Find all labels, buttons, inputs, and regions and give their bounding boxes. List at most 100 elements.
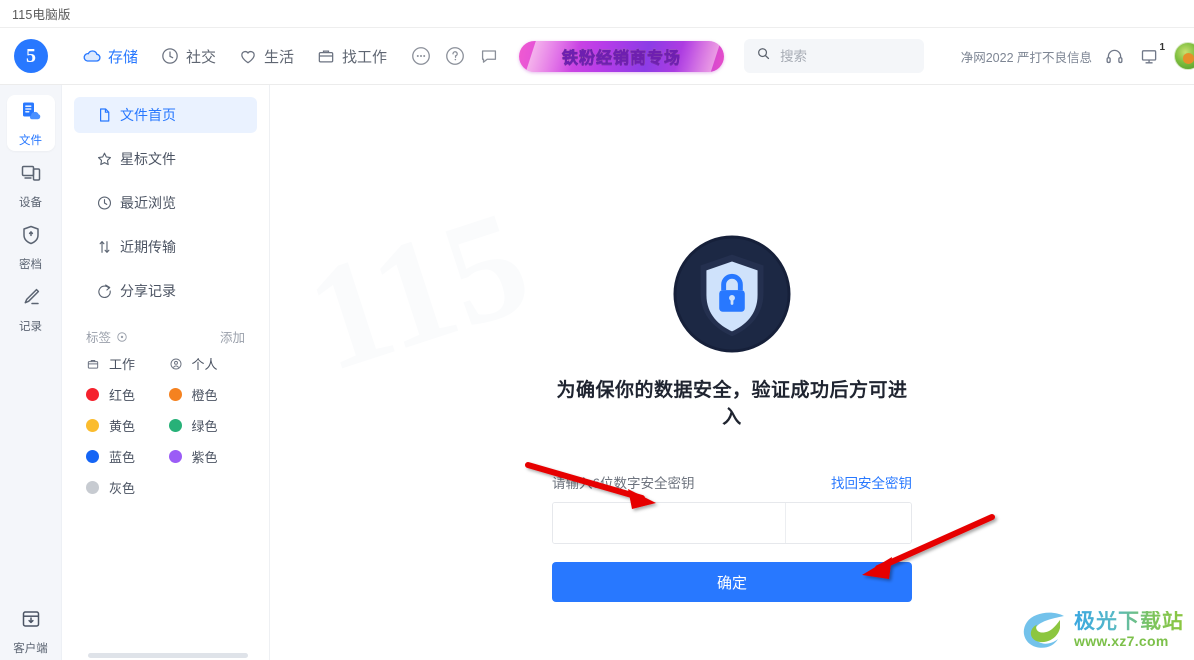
download-box-icon: [19, 607, 43, 636]
devices-icon: [19, 161, 43, 190]
tags-section-header: 标签 添加: [86, 327, 245, 346]
sidebar-item-file-home[interactable]: 文件首页: [74, 97, 257, 133]
sidebar-item-label: 星标文件: [120, 151, 176, 167]
tag-label: 紫色: [191, 450, 218, 465]
sidebar-item-recent-browse[interactable]: 最近浏览: [74, 185, 257, 221]
notice-text: 净网2022 严打不良信息: [960, 50, 1092, 65]
document-icon: [96, 107, 113, 124]
monitor-icon[interactable]: 1: [1139, 42, 1165, 67]
search-icon: [756, 46, 771, 66]
tag-item-work[interactable]: 工作: [86, 354, 169, 373]
promo-banner-text: 铁粉经销商专场: [562, 44, 681, 68]
tag-color-dot: [168, 450, 182, 463]
rail-item-files[interactable]: 文件: [6, 95, 55, 151]
notes-icon: [19, 285, 43, 314]
sidebar: 文件首页 星标文件 最近浏览 近期传输 分享记录 标签 添加 工作 个人 红色 …: [62, 85, 270, 660]
retrieve-key-link[interactable]: 找回安全密钥: [831, 472, 912, 492]
tag-color-dot: [86, 419, 99, 432]
help-icon[interactable]: [443, 44, 467, 68]
sidebar-item-label: 文件首页: [120, 107, 176, 123]
promo-banner[interactable]: 铁粉经销商专场: [519, 40, 725, 72]
tag-color-dot: [168, 388, 182, 401]
tag-label: 蓝色: [109, 450, 136, 465]
transfer-icon: [96, 239, 113, 256]
rail-item-label: 设备: [19, 196, 42, 209]
app-logo-115[interactable]: 5: [14, 39, 48, 73]
code-digit-1[interactable]: [553, 503, 786, 543]
tags-label: 标签: [86, 331, 112, 345]
person-icon: [169, 357, 183, 371]
rail-item-label: 客户端: [13, 643, 48, 655]
tag-item-green[interactable]: 绿色: [168, 416, 252, 435]
tag-item-yellow[interactable]: 黄色: [86, 416, 169, 435]
tag-color-dot: [86, 388, 99, 401]
window-title: 115电脑版: [12, 8, 71, 22]
page-title: 为确保你的数据安全，验证成功后方可进入: [556, 380, 908, 428]
top-nav-item-social[interactable]: 社交: [160, 46, 216, 67]
tag-label: 个人: [191, 357, 218, 372]
sidebar-item-starred[interactable]: 星标文件: [74, 141, 257, 177]
top-nav-items: 存储 社交 生活 找工作: [82, 44, 511, 68]
security-verify-panel: 为确保你的数据安全，验证成功后方可进入 请输入6位数字安全密钥 找回安全密钥 确…: [552, 235, 912, 602]
rail-item-devices[interactable]: 设备: [7, 157, 55, 213]
message-icon[interactable]: [477, 44, 501, 68]
tag-label: 绿色: [191, 419, 218, 434]
top-nav-label: 社交: [186, 48, 217, 66]
top-nav-label: 找工作: [342, 48, 388, 66]
rail-item-label: 文件: [19, 134, 42, 147]
chevron-down-icon[interactable]: [116, 331, 128, 343]
tag-label: 红色: [109, 388, 136, 403]
security-code-input-group[interactable]: [552, 502, 912, 544]
heart-icon: [238, 46, 258, 66]
clock-icon: [160, 46, 180, 66]
confirm-button[interactable]: 确定: [552, 562, 912, 602]
background-watermark: 115: [289, 178, 548, 404]
top-nav-item-jobs[interactable]: 找工作: [316, 46, 387, 67]
monitor-badge-count: 1: [1159, 41, 1165, 53]
rail-item-label: 密档: [19, 258, 42, 271]
headphone-icon[interactable]: [1104, 46, 1125, 67]
add-tag-button[interactable]: 添加: [220, 327, 245, 346]
tag-item-blue[interactable]: 蓝色: [86, 447, 169, 466]
rail-item-notes[interactable]: 记录: [7, 281, 55, 337]
main-content: 115 为确保你的数据安全，验证成功后方可进入 请输入6位数字安全密钥 找回安全…: [270, 85, 1194, 660]
sidebar-item-recent-transfer[interactable]: 近期传输: [74, 229, 257, 265]
sidebar-horizontal-scrollbar[interactable]: [88, 653, 248, 658]
top-nav-label: 生活: [264, 48, 295, 66]
rail-item-label: 记录: [19, 320, 42, 333]
icon-rail: 文件 设备 密档 记录 客户端: [0, 85, 62, 660]
tag-item-personal[interactable]: 个人: [169, 354, 252, 373]
search-box[interactable]: [744, 39, 925, 73]
code-hint-label: 请输入6位数字安全密钥: [552, 476, 695, 491]
sidebar-item-label: 近期传输: [120, 239, 176, 255]
tags-grid: 工作 个人 红色 橙色 黄色 绿色 蓝色 紫色 灰色: [86, 354, 251, 497]
vault-icon: [19, 223, 43, 252]
watermark-name: 极光下载站: [1074, 610, 1184, 633]
code-digit-2[interactable]: [786, 503, 911, 543]
top-nav-item-storage[interactable]: 存储: [82, 46, 138, 67]
avatar[interactable]: [1174, 42, 1194, 70]
top-nav-right-cluster: 净网2022 严打不良信息 1: [961, 28, 1194, 84]
briefcase-icon: [316, 46, 336, 66]
tag-label: 黄色: [109, 419, 136, 434]
files-icon: [19, 99, 43, 128]
tag-item-red[interactable]: 红色: [86, 385, 169, 404]
tag-color-dot: [86, 450, 99, 463]
top-nav-item-life[interactable]: 生活: [238, 46, 294, 67]
tag-item-orange[interactable]: 橙色: [168, 385, 252, 404]
tag-item-purple[interactable]: 紫色: [168, 447, 252, 466]
sidebar-item-share-records[interactable]: 分享记录: [74, 273, 257, 309]
sidebar-item-label: 最近浏览: [120, 195, 176, 211]
rail-item-client[interactable]: 客户端: [0, 607, 61, 656]
top-nav-label: 存储: [108, 48, 139, 66]
tag-color-dot: [168, 419, 182, 432]
share-icon: [96, 283, 113, 300]
watermark-url: www.xz7.com: [1074, 633, 1169, 649]
search-input[interactable]: [780, 48, 911, 64]
rail-item-vault[interactable]: 密档: [7, 219, 55, 275]
aurora-logo-icon: [1023, 612, 1064, 648]
tag-item-gray[interactable]: 灰色: [86, 478, 169, 497]
code-hint-row: 请输入6位数字安全密钥 找回安全密钥: [552, 472, 912, 492]
more-icon[interactable]: [409, 44, 433, 68]
tag-color-dot: [86, 481, 99, 494]
